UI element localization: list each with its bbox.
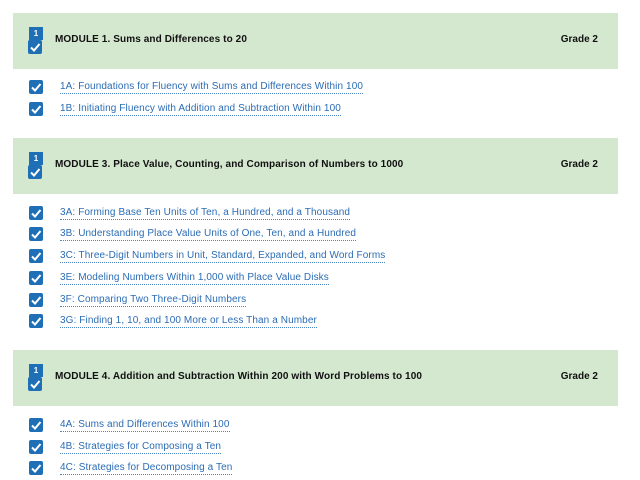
lesson-link[interactable]: 3E: Modeling Numbers Within 1,000 with P… [60, 272, 329, 285]
lesson-link[interactable]: 1B: Initiating Fluency with Addition and… [60, 103, 341, 116]
module-header-4: 1 MODULE 4. Addition and Subtraction Wit… [13, 350, 618, 406]
module-title: MODULE 1. Sums and Differences to 20 [55, 34, 247, 45]
lesson-link[interactable]: 4A: Sums and Differences Within 100 [60, 419, 230, 432]
lesson-checkbox-icon[interactable] [29, 314, 43, 328]
lesson-checkbox-icon[interactable] [29, 249, 43, 263]
module-checkbox-icon[interactable] [28, 40, 42, 54]
module-count-badge: 1 [29, 364, 43, 377]
module-grade: Grade 2 [560, 159, 598, 170]
module-grade: Grade 2 [560, 371, 598, 382]
lesson-checkbox-icon[interactable] [29, 461, 43, 475]
lesson-link[interactable]: 3A: Forming Base Ten Units of Ten, a Hun… [60, 207, 351, 220]
lesson-checkbox-icon[interactable] [29, 206, 43, 220]
lesson-checkbox-icon[interactable] [29, 293, 43, 307]
lesson-checkbox-icon[interactable] [29, 271, 43, 285]
lesson-checkbox-icon[interactable] [29, 418, 43, 432]
lesson-link[interactable]: 3F: Comparing Two Three-Digit Numbers [60, 294, 247, 307]
lesson-checkbox-icon[interactable] [29, 227, 43, 241]
module-title: MODULE 4. Addition and Subtraction Withi… [55, 371, 423, 382]
lesson-link[interactable]: 4C: Strategies for Decomposing a Ten [60, 462, 233, 475]
module-title: MODULE 3. Place Value, Counting, and Com… [55, 159, 404, 170]
module-header-1: 1 MODULE 1. Sums and Differences to 20 G… [13, 13, 618, 69]
lesson-link[interactable]: 1A: Foundations for Fluency with Sums an… [60, 81, 364, 94]
lesson-link[interactable]: 3B: Understanding Place Value Units of O… [60, 228, 357, 241]
lesson-checkbox-icon[interactable] [29, 102, 43, 116]
module-checkbox-icon[interactable] [28, 165, 42, 179]
module-header-3: 1 MODULE 3. Place Value, Counting, and C… [13, 138, 618, 194]
lesson-checkbox-icon[interactable] [29, 440, 43, 454]
lesson-link[interactable]: 4B: Strategies for Composing a Ten [60, 441, 222, 454]
module-checkbox-icon[interactable] [28, 377, 42, 391]
lesson-link[interactable]: 3C: Three-Digit Numbers in Unit, Standar… [60, 250, 386, 263]
module-count-badge: 1 [29, 152, 43, 165]
module-count-badge: 1 [29, 27, 43, 40]
lesson-checkbox-icon[interactable] [29, 80, 43, 94]
module-grade: Grade 2 [560, 34, 598, 45]
lesson-link[interactable]: 3G: Finding 1, 10, and 100 More or Less … [60, 315, 317, 328]
